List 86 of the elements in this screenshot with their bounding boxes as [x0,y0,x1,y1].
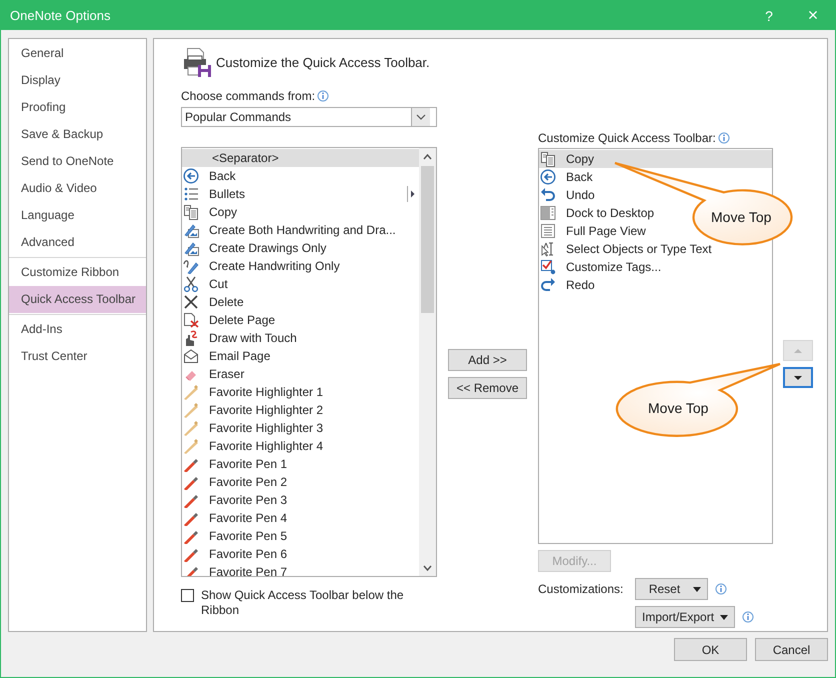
highlighter-icon [183,402,199,418]
list-item[interactable]: Favorite Pen 5 [182,527,419,545]
pen-icon [183,474,199,490]
highlighter-icon [183,384,199,400]
list-item[interactable]: Draw with Touch [182,329,419,347]
scrollbar[interactable] [419,148,436,576]
list-item[interactable]: Bullets [182,185,419,203]
caret-icon [720,614,728,620]
list-item[interactable]: Create Both Handwriting and Dra... [182,221,419,239]
pen-icon [183,492,199,508]
hand-drawing-icon [183,330,199,346]
field-label: Customize Quick Access Toolbar: [538,130,716,147]
highlighter-icon [183,420,199,436]
cancel-button[interactable]: Cancel [755,638,828,661]
sidebar-item[interactable]: Quick Access Toolbar [9,286,146,313]
undo-arrow-icon [540,187,556,203]
list-item[interactable]: Create Handwriting Only [182,257,419,275]
sidebar-item[interactable]: Send to OneNote [9,148,146,175]
checkbox-label: Show Quick Access Toolbar below the Ribbon [201,588,405,618]
ok-button[interactable]: OK [674,638,747,661]
chevron-down-icon [416,114,426,120]
sidebar-item[interactable]: Trust Center [9,343,146,370]
info-icon [718,132,730,144]
list-item[interactable]: Redo [539,276,772,294]
highlighter-icon [183,438,199,454]
sidebar-item[interactable]: Language [9,202,146,229]
sidebar-item[interactable]: Customize Ribbon [9,259,146,286]
list-item[interactable]: Create Drawings Only [182,239,419,257]
list-item[interactable]: Favorite Pen 2 [182,473,419,491]
list-item[interactable]: Select Objects or Type Text [539,240,772,258]
list-item[interactable]: Favorite Highlighter 1 [182,383,419,401]
add-button[interactable]: Add >> [448,349,527,371]
bullet-list-icon [183,186,199,202]
list-item[interactable]: Favorite Pen 4 [182,509,419,527]
sidebar-item[interactable]: Audio & Video [9,175,146,202]
list-item[interactable]: Eraser [182,365,419,383]
customizations-label: Customizations: [538,582,624,596]
list-item[interactable]: Favorite Pen 3 [182,491,419,509]
sidebar-item[interactable]: General [9,40,146,67]
pencil-icon [183,258,199,274]
list-item[interactable]: Favorite Pen 6 [182,545,419,563]
checkbox[interactable] [181,589,194,602]
callout-tooltip-text: Move Top [711,209,772,225]
sidebar-item[interactable]: Add-Ins [9,316,146,343]
pen-icon [183,456,199,472]
reset-button[interactable]: Reset [635,578,708,600]
list-item[interactable]: Favorite Pen 7 [182,563,419,576]
list-item[interactable]: Delete Page [182,311,419,329]
import-export-button[interactable]: Import/Export [635,606,736,628]
list-item[interactable]: Favorite Highlighter 4 [182,437,419,455]
scroll-thumb[interactable] [421,166,434,313]
info-icon [317,90,330,102]
remove-button[interactable]: << Remove [448,377,527,399]
list-item[interactable]: Favorite Pen 1 [182,455,419,473]
list-item[interactable]: Favorite Highlighter 2 [182,401,419,419]
list-item[interactable]: Delete [182,293,419,311]
sidebar-item[interactable]: Display [9,67,146,94]
field-label: Choose commands from: [181,88,316,105]
list-item[interactable]: Copy [182,203,419,221]
info-icon [742,611,754,623]
list-item[interactable]: Back [182,167,419,185]
list-item[interactable]: Customize Tags... [539,258,772,276]
list-item[interactable]: Cut [182,275,419,293]
scissors-icon [183,276,199,292]
commands-dropdown[interactable]: Popular Commands [181,107,437,127]
pen-icon [183,510,199,526]
caret-icon [693,586,701,592]
pen-icon [183,546,199,562]
info-icon [715,583,727,595]
pen-icon [183,528,199,544]
sidebar-item[interactable]: Proofing [9,94,146,121]
callout-tooltip-text: Move Top [648,400,708,416]
sidebar-item[interactable]: Advanced [9,229,146,256]
list-item[interactable]: Favorite Highlighter 3 [182,419,419,437]
redo-arrow-icon [540,277,556,293]
sidebar-item[interactable]: Save & Backup [9,121,146,148]
list-item[interactable]: <Separator> [182,149,419,167]
window-title: OneNote Options [10,8,112,23]
delete-icon [183,294,199,310]
list-item[interactable]: Copy [539,150,772,168]
move-down-button[interactable] [783,367,813,388]
printer-save-icon [181,47,211,77]
list-item[interactable]: Undo [539,186,772,204]
list-item[interactable]: Email Page [182,347,419,365]
list-item[interactable]: Back [539,168,772,186]
page-heading: Customize the Quick Access Toolbar. [216,54,430,70]
